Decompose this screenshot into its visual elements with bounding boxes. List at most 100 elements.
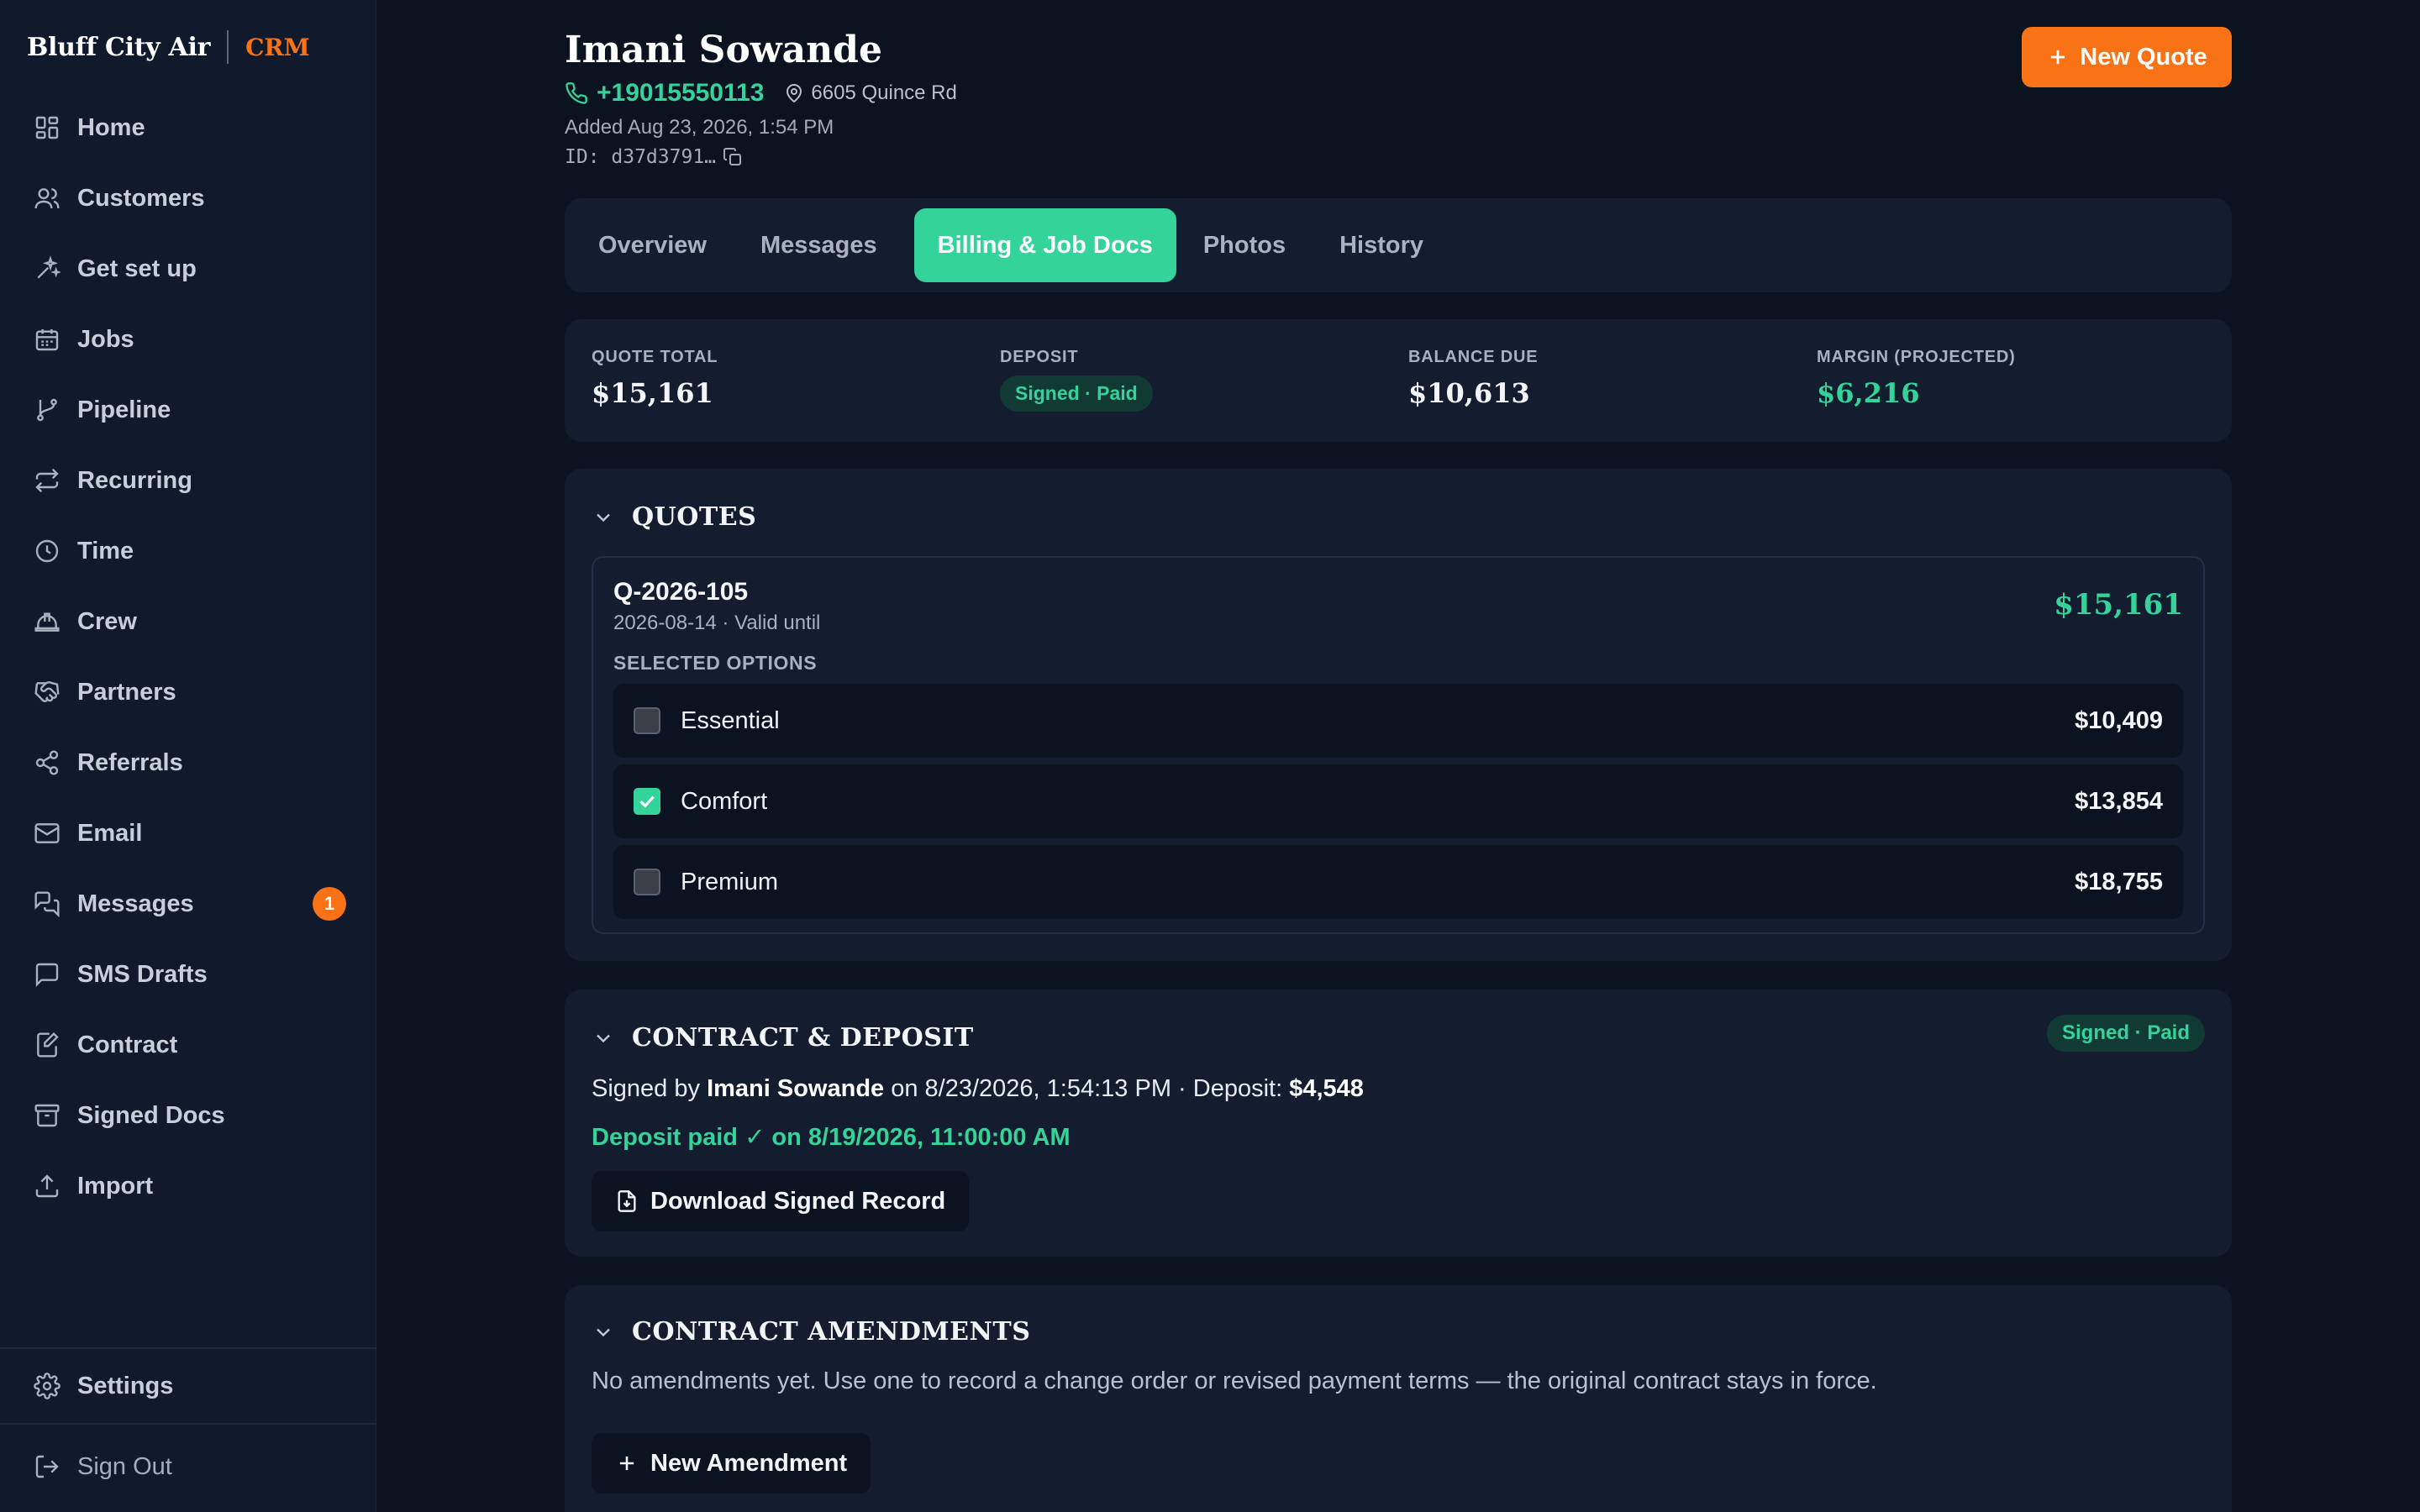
sidebar-item-home[interactable]: Home (17, 92, 360, 163)
sidebar-item-import[interactable]: Import (17, 1151, 360, 1221)
selected-options-label: SELECTED OPTIONS (613, 652, 818, 674)
deposit-amount: $4,548 (1289, 1075, 1364, 1102)
quotes-section: QUOTES Q-2026-105 2026-08-14 · Valid unt… (565, 469, 2232, 961)
quote-date: 2026-08-14 · Valid until (613, 612, 821, 634)
archive-icon (34, 1104, 60, 1127)
option-checkbox[interactable] (634, 869, 660, 895)
added-date: Added Aug 23, 2026, 1:54 PM (565, 116, 834, 139)
sidebar-item-recurring[interactable]: Recurring (17, 445, 360, 516)
sidebar-item-label: Jobs (77, 325, 134, 353)
option-row-comfort[interactable]: Comfort $13,854 (613, 764, 2183, 838)
option-checkbox[interactable] (634, 788, 660, 815)
share-icon (35, 750, 59, 775)
sidebar-item-messages[interactable]: Messages 1 (17, 869, 360, 939)
gear-icon (34, 1373, 60, 1399)
sidebar-item-label: Signed Docs (77, 1101, 225, 1129)
tab-photos[interactable]: Photos (1186, 208, 1302, 282)
new-amendment-button[interactable]: New Amendment (592, 1433, 871, 1494)
sidebar-item-time[interactable]: Time (17, 516, 360, 586)
chevron-down-icon (597, 1328, 610, 1336)
copy-icon[interactable] (723, 147, 743, 167)
tab-overview[interactable]: Overview (581, 208, 723, 282)
stat-quote-total: QUOTE TOTAL $15,161 (592, 348, 718, 409)
chevron-down-icon (597, 513, 610, 522)
message-square-icon (35, 963, 59, 987)
option-checkbox[interactable] (634, 707, 660, 734)
plus-icon (619, 1456, 634, 1471)
stat-value: $10,613 (1408, 377, 1530, 409)
stat-margin: MARGIN (PROJECTED) $6,216 (1817, 348, 2016, 409)
sidebar-item-label: Home (77, 113, 145, 141)
stat-balance-due: BALANCE DUE $10,613 (1408, 348, 1538, 409)
quotes-section-toggle[interactable]: QUOTES (592, 502, 756, 532)
brand-name: Bluff City Air (27, 32, 211, 62)
stat-deposit: DEPOSIT Signed · Paid (1000, 348, 1153, 412)
sidebar-item-email[interactable]: Email (17, 798, 360, 869)
customer-header: Imani Sowande +19015550113 6605 Quince R… (565, 0, 2232, 185)
sidebar-item-label: Partners (77, 678, 176, 706)
sidebar-item-settings[interactable]: Settings (17, 1351, 360, 1421)
download-signed-record-button[interactable]: Download Signed Record (592, 1171, 970, 1231)
sidebar-item-label: Referrals (77, 748, 183, 776)
sidebar-item-label: Email (77, 819, 143, 847)
sidebar-divider (0, 1423, 376, 1425)
tab-history[interactable]: History (1323, 208, 1440, 282)
main-content: Imani Sowande +19015550113 6605 Quince R… (565, 0, 2232, 1512)
stat-value: $6,216 (1817, 377, 1920, 409)
sidebar-item-referrals[interactable]: Referrals (17, 727, 360, 798)
sidebar-item-jobs[interactable]: Jobs (17, 304, 360, 375)
signed-on: on 8/23/2026, 1:54:13 PM · Deposit: (891, 1075, 1283, 1102)
brand-logo[interactable]: Bluff City Air CRM (27, 30, 310, 64)
messages-icon (34, 891, 60, 917)
deposit-status-badge: Signed · Paid (1000, 375, 1153, 412)
signed-by-line: Signed by Imani Sowande on 8/23/2026, 1:… (592, 1075, 1364, 1103)
sidebar-item-get-set-up[interactable]: Get set up (17, 234, 360, 304)
check-icon (639, 795, 655, 808)
sidebar-item-signed-docs[interactable]: Signed Docs (17, 1080, 360, 1151)
new-amendment-label: New Amendment (650, 1449, 848, 1477)
plus-icon (2051, 50, 2065, 65)
upload-icon (35, 1174, 59, 1198)
customer-phone-link[interactable]: +19015550113 (597, 79, 764, 108)
clock-icon (35, 539, 59, 563)
sidebar-item-contract[interactable]: Contract (17, 1010, 360, 1080)
quote-card: Q-2026-105 2026-08-14 · Valid until $15,… (592, 556, 2205, 934)
stat-label: QUOTE TOTAL (592, 348, 718, 366)
tab-messages[interactable]: Messages (744, 208, 894, 282)
chevron-down-icon (597, 1034, 610, 1042)
file-signature-icon (37, 1032, 59, 1058)
users-icon (34, 188, 60, 209)
sidebar-item-customers[interactable]: Customers (17, 163, 360, 234)
contract-deposit-section: CONTRACT & DEPOSIT Signed · Paid Signed … (565, 990, 2232, 1257)
sidebar-divider (0, 1347, 376, 1349)
amendments-section-toggle[interactable]: CONTRACT AMENDMENTS (592, 1317, 1030, 1347)
hard-hat-icon (34, 612, 60, 632)
phone-icon (566, 82, 587, 104)
sidebar-item-sms-drafts[interactable]: SMS Drafts (17, 939, 360, 1010)
sidebar-item-label: Time (77, 537, 134, 564)
file-download-icon (618, 1190, 636, 1212)
stat-label: MARGIN (PROJECTED) (1817, 348, 2016, 366)
sidebar-item-crew[interactable]: Crew (17, 586, 360, 657)
sign-out-button[interactable]: Sign Out (17, 1431, 360, 1502)
customer-id: ID: d37d3791… (565, 146, 717, 168)
sidebar-item-label: Get set up (77, 255, 197, 282)
contract-section-toggle[interactable]: CONTRACT & DEPOSIT (592, 1023, 974, 1053)
sparkles-icon (37, 255, 60, 279)
sidebar-item-label: Messages (77, 890, 194, 917)
option-name: Essential (681, 706, 780, 734)
option-price: $18,755 (2075, 868, 2163, 895)
quote-id[interactable]: Q-2026-105 (613, 578, 748, 606)
map-pin-icon (786, 84, 802, 103)
option-row-premium[interactable]: Premium $18,755 (613, 845, 2183, 919)
customer-id-row: ID: d37d3791… (565, 146, 743, 168)
stat-label: BALANCE DUE (1408, 348, 1539, 366)
option-name: Premium (681, 868, 779, 895)
sidebar-item-pipeline[interactable]: Pipeline (17, 375, 360, 445)
tab-billing-job-docs[interactable]: Billing & Job Docs (913, 208, 1176, 282)
sidebar-item-partners[interactable]: Partners (17, 657, 360, 727)
sidebar-item-label: SMS Drafts (77, 960, 208, 988)
brand-tag: CRM (245, 33, 310, 61)
new-quote-button[interactable]: New Quote (2022, 27, 2232, 87)
option-row-essential[interactable]: Essential $10,409 (613, 684, 2183, 758)
